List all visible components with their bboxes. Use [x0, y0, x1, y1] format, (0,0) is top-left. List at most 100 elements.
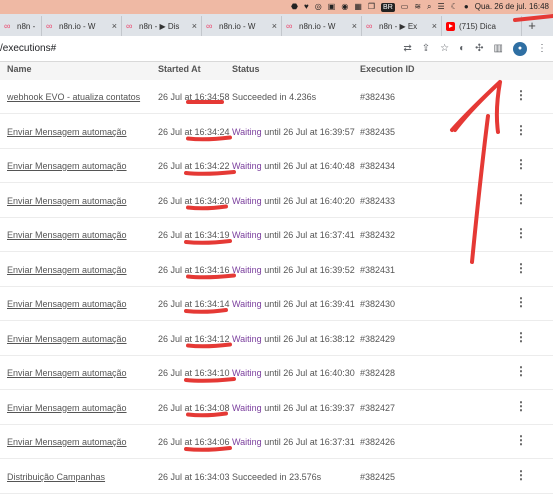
- workflow-name-link[interactable]: Enviar Mensagem automação: [7, 334, 127, 344]
- compass-icon[interactable]: ◐: [459, 43, 465, 54]
- status-detail: until 26 Jul at 16:37:41: [264, 230, 355, 240]
- record-icon[interactable]: ◉: [341, 0, 348, 14]
- table-row[interactable]: Enviar Mensagem automação 26 Jul at 16:34…: [0, 356, 553, 390]
- table-header: Name Started At Status Execution ID: [0, 62, 553, 80]
- close-icon[interactable]: ×: [192, 21, 197, 31]
- more-vert-icon[interactable]: ⋮: [537, 43, 547, 54]
- workflow-name-link[interactable]: Enviar Mensagem automação: [7, 161, 127, 171]
- browser-tab[interactable]: ∞ n8n.io - W ×: [282, 16, 362, 36]
- started-at: 26 Jul at 16:34:03: [158, 471, 230, 482]
- status-badge: Waiting: [232, 126, 262, 137]
- workflow-name-link[interactable]: Distribuição Campanhas: [7, 472, 105, 482]
- table-row[interactable]: Enviar Mensagem automação 26 Jul at 16:34…: [0, 390, 553, 425]
- heart-icon[interactable]: ♥: [304, 0, 309, 14]
- moon-icon[interactable]: ☾: [451, 0, 458, 14]
- status-detail: in 23.576s: [279, 471, 322, 482]
- more-vert-icon[interactable]: ⋮: [515, 364, 527, 378]
- status-detail: until 26 Jul at 16:40:48: [264, 161, 355, 171]
- workflow-name-link[interactable]: Enviar Mensagem automação: [7, 403, 127, 413]
- browser-tab[interactable]: ∞ n8n - ▶ Ex: [0, 16, 42, 36]
- browser-tab[interactable]: ∞ n8n.io - W ×: [42, 16, 122, 36]
- status-detail: until 26 Jul at 16:39:52: [264, 264, 355, 275]
- app-grid-icon[interactable]: ▦: [354, 0, 362, 14]
- started-at: 26 Jul at 16:34:14: [158, 299, 230, 309]
- n8n-icon: ∞: [126, 20, 133, 31]
- lock-icon[interactable]: ▣: [328, 0, 336, 14]
- control-center-icon[interactable]: ☰: [438, 0, 445, 14]
- workflow-name-link[interactable]: Enviar Mensagem automação: [7, 437, 127, 447]
- table-row[interactable]: Enviar Mensagem automação 26 Jul at 16:34…: [0, 183, 553, 218]
- execution-id: #382425: [360, 471, 396, 482]
- avatar[interactable]: ●: [513, 41, 527, 56]
- browser-tab[interactable]: (715) Dica: [442, 16, 522, 36]
- column-header-started[interactable]: Started At: [158, 64, 201, 74]
- new-tab-button[interactable]: +: [522, 16, 542, 36]
- share-icon[interactable]: ⇪: [422, 43, 430, 54]
- n8n-icon: ∞: [4, 20, 11, 31]
- table-row[interactable]: webhook EVO - atualiza contatos 26 Jul at…: [0, 80, 553, 114]
- more-vert-icon[interactable]: ⋮: [515, 157, 527, 171]
- more-vert-icon[interactable]: ⋮: [515, 88, 527, 102]
- keyboard-layout-badge[interactable]: BR: [381, 2, 395, 12]
- star-icon[interactable]: ☆: [440, 43, 449, 54]
- close-icon[interactable]: ×: [432, 21, 437, 31]
- battery-icon[interactable]: ▭: [401, 0, 409, 14]
- more-vert-icon[interactable]: ⋮: [515, 468, 527, 482]
- column-header-status[interactable]: Status: [232, 64, 260, 74]
- table-row[interactable]: Enviar Mensagem automação 26 Jul at 16:34…: [0, 149, 553, 183]
- more-vert-icon[interactable]: ⋮: [515, 261, 527, 275]
- started-at: 26 Jul at 16:34:58: [158, 92, 230, 102]
- clipboard-icon[interactable]: ❐: [368, 0, 375, 14]
- translate-icon[interactable]: ⇄: [403, 43, 411, 54]
- shield-icon[interactable]: ⬣: [291, 0, 298, 14]
- column-header-name[interactable]: Name: [7, 64, 32, 74]
- creative-cloud-icon[interactable]: ◎: [315, 0, 322, 14]
- more-vert-icon[interactable]: ⋮: [515, 123, 527, 137]
- table-row[interactable]: Enviar Mensagem automação 26 Jul at 16:34…: [0, 252, 553, 287]
- table-row[interactable]: Enviar Mensagem automação 26 Jul at 16:34…: [0, 321, 553, 356]
- more-vert-icon[interactable]: ⋮: [515, 226, 527, 240]
- status-detail: until 26 Jul at 16:38:12: [264, 333, 355, 344]
- workflow-name-link[interactable]: Enviar Mensagem automação: [7, 230, 127, 240]
- table-row[interactable]: Enviar Mensagem automação 26 Jul at 16:34…: [0, 287, 553, 321]
- workflow-name-link[interactable]: Enviar Mensagem automação: [7, 368, 127, 378]
- status-cell: Waiting until 26 Jul at 16:38:12: [232, 334, 355, 344]
- close-icon[interactable]: ×: [112, 21, 117, 31]
- workflow-name-link[interactable]: Enviar Mensagem automação: [7, 196, 127, 206]
- status-cell: Waiting until 26 Jul at 16:37:31: [232, 437, 355, 447]
- started-at: 26 Jul at 16:34:20: [158, 195, 230, 206]
- more-vert-icon[interactable]: ⋮: [515, 192, 527, 206]
- sidebar-icon[interactable]: ▥: [494, 43, 503, 54]
- status-badge: Waiting: [232, 333, 262, 344]
- table-row[interactable]: Distribuição Campanhas 26 Jul at 16:34:03…: [0, 459, 553, 494]
- extensions-icon[interactable]: ✣: [475, 43, 483, 54]
- tab-strip: ∞ n8n - ▶ Ex ∞ n8n.io - W × ∞ n8n - ▶ Di…: [0, 14, 553, 36]
- more-vert-icon[interactable]: ⋮: [515, 399, 527, 413]
- search-icon[interactable]: ⌕: [427, 0, 431, 14]
- workflow-name-link[interactable]: Enviar Mensagem automação: [7, 127, 127, 137]
- table-row[interactable]: Enviar Mensagem automação 26 Jul at 16:34…: [0, 425, 553, 459]
- wifi-icon[interactable]: ≋: [414, 0, 421, 14]
- more-vert-icon[interactable]: ⋮: [515, 433, 527, 447]
- close-icon[interactable]: ×: [272, 21, 277, 31]
- browser-tab[interactable]: ∞ n8n.io - W ×: [202, 16, 282, 36]
- workflow-name-link[interactable]: Enviar Mensagem automação: [7, 265, 127, 275]
- table-row[interactable]: Enviar Mensagem automação 26 Jul at 16:34…: [0, 114, 553, 149]
- siri-icon[interactable]: ●: [464, 0, 469, 14]
- more-vert-icon[interactable]: ⋮: [515, 295, 527, 309]
- url-field[interactable]: /executions#: [0, 43, 403, 54]
- menubar-clock[interactable]: Qua. 26 de jul. 16:48: [475, 0, 549, 14]
- started-at: 26 Jul at 16:34:22: [158, 161, 230, 171]
- started-at: 26 Jul at 16:34:06: [158, 437, 230, 447]
- tab-label: n8n.io - W: [299, 21, 336, 31]
- browser-tab[interactable]: ∞ n8n - ▶ Dis ×: [122, 16, 202, 36]
- status-badge: Succeeded: [232, 471, 278, 482]
- more-vert-icon[interactable]: ⋮: [515, 330, 527, 344]
- column-header-execution-id[interactable]: Execution ID: [360, 64, 415, 74]
- browser-tab[interactable]: ∞ n8n - ▶ Ex ×: [362, 16, 442, 36]
- close-icon[interactable]: ×: [352, 21, 357, 31]
- table-row[interactable]: Enviar Mensagem automação 26 Jul at 16:34…: [0, 218, 553, 252]
- workflow-name-link[interactable]: webhook EVO - atualiza contatos: [7, 92, 140, 102]
- workflow-name-link[interactable]: Enviar Mensagem automação: [7, 299, 127, 309]
- status-detail: until 26 Jul at 16:39:37: [264, 402, 355, 413]
